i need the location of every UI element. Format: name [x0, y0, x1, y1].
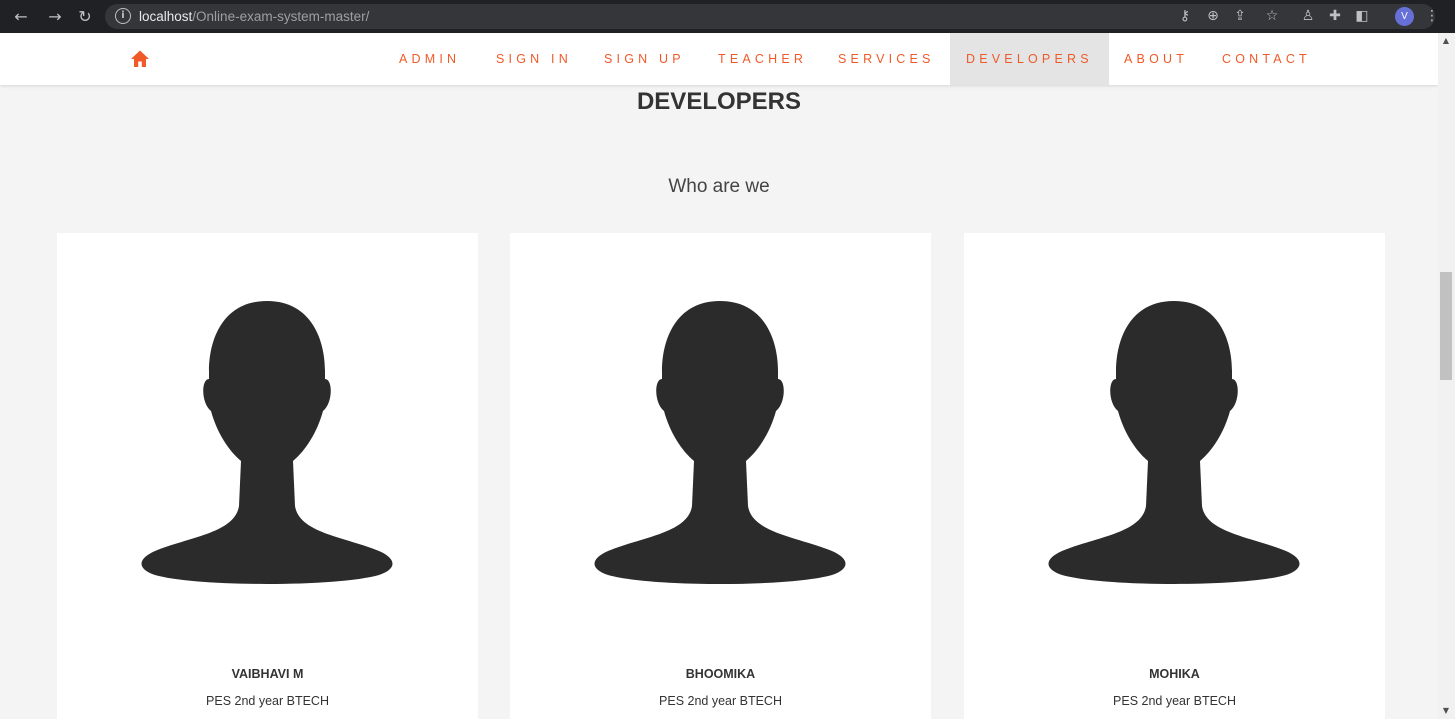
puzzle-icon[interactable]: ✚: [1325, 6, 1345, 26]
reload-icon[interactable]: ↻: [74, 6, 96, 28]
site-navbar: ADMIN SIGN IN SIGN UP TEACHER SERVICES D…: [0, 33, 1438, 85]
nav-item-contact[interactable]: CONTACT: [1222, 33, 1311, 85]
url-path: /Online-exam-system-master/: [192, 9, 370, 24]
developer-name: VAIBHAVI M: [231, 667, 304, 681]
developer-role: PES 2nd year BTECH: [206, 694, 329, 708]
avatar-silhouette-icon: [141, 301, 393, 584]
zoom-icon[interactable]: ⊕: [1203, 6, 1223, 26]
avatar-silhouette-icon: [1048, 301, 1300, 584]
developer-name: MOHIKA: [1149, 667, 1200, 681]
nav-item-developers[interactable]: DEVELOPERS: [950, 33, 1109, 85]
extension-icon[interactable]: ♙: [1298, 6, 1318, 26]
page-title: DEVELOPERS: [636, 88, 802, 115]
url-host: localhost: [139, 9, 193, 24]
nav-item-sign-up[interactable]: SIGN UP: [604, 33, 685, 85]
scroll-up-arrow-icon[interactable]: ▲: [1441, 36, 1451, 46]
scrollbar-thumb[interactable]: [1440, 272, 1452, 380]
nav-item-teacher[interactable]: TEACHER: [718, 33, 807, 85]
scroll-down-arrow-icon[interactable]: ▼: [1441, 706, 1451, 716]
forward-icon[interactable]: →: [44, 6, 66, 28]
browser-toolbar: ← → ↻ i localhost/Online-exam-system-mas…: [0, 0, 1455, 33]
home-icon[interactable]: [130, 49, 150, 69]
profile-avatar[interactable]: V: [1395, 7, 1414, 26]
key-icon[interactable]: ⚷: [1175, 6, 1195, 26]
developer-card: BHOOMIKA PES 2nd year BTECH: [510, 233, 931, 719]
developer-card: VAIBHAVI M PES 2nd year BTECH: [57, 233, 478, 719]
sidepanel-icon[interactable]: ◧: [1352, 6, 1372, 26]
share-icon[interactable]: ⇪: [1230, 6, 1250, 26]
developer-card: MOHIKA PES 2nd year BTECH: [964, 233, 1385, 719]
nav-item-sign-in[interactable]: SIGN IN: [496, 33, 572, 85]
star-icon[interactable]: ☆: [1262, 6, 1282, 26]
back-icon[interactable]: ←: [10, 6, 32, 28]
menu-icon[interactable]: ⋮: [1422, 6, 1442, 26]
developer-name: BHOOMIKA: [685, 667, 756, 681]
nav-item-admin[interactable]: ADMIN: [399, 33, 460, 85]
nav-item-services[interactable]: SERVICES: [838, 33, 935, 85]
developer-role: PES 2nd year BTECH: [659, 694, 782, 708]
info-icon[interactable]: i: [115, 8, 131, 24]
address-url[interactable]: localhost/Online-exam-system-master/: [139, 9, 369, 24]
avatar-silhouette-icon: [594, 301, 846, 584]
developer-role: PES 2nd year BTECH: [1113, 694, 1236, 708]
nav-item-about[interactable]: ABOUT: [1124, 33, 1188, 85]
page-subtitle: Who are we: [668, 176, 770, 197]
